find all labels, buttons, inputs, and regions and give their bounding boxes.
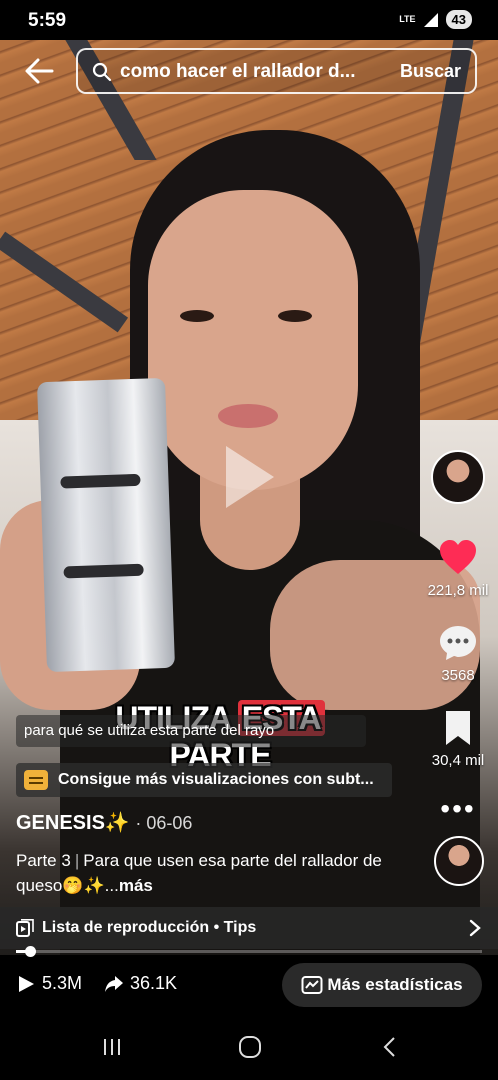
sound-avatar[interactable] — [434, 836, 484, 886]
more-link[interactable]: más — [119, 876, 153, 895]
analytics-icon — [301, 976, 323, 994]
post-date: · 06-06 — [135, 813, 193, 833]
play-count-value: 5.3M — [42, 973, 83, 993]
chevron-right-icon — [469, 919, 481, 937]
search-input[interactable]: como hacer el rallador d... — [120, 61, 370, 83]
signal-icon — [423, 12, 438, 27]
divider: | — [74, 851, 80, 870]
playlist-bar[interactable]: Lista de reproducción • Tips — [0, 907, 498, 949]
part-label: Parte 3 — [16, 851, 71, 870]
status-time: 5:59 — [28, 10, 67, 31]
cheese-grater — [36, 377, 176, 673]
like-count: 221,8 mil — [427, 582, 489, 599]
system-nav-bar — [0, 1015, 498, 1080]
video-progress-bar[interactable] — [16, 946, 482, 957]
play-icon[interactable] — [222, 442, 278, 512]
person-eye — [278, 310, 312, 322]
comment-count: 3568 — [441, 667, 475, 684]
recent-apps-icon[interactable] — [100, 1035, 124, 1059]
comment-button[interactable]: 3568 — [418, 623, 498, 684]
share-icon — [105, 975, 123, 992]
playlist-icon — [16, 919, 34, 937]
comment-icon — [440, 626, 476, 660]
author-name[interactable]: GENESIS✨ — [16, 812, 130, 834]
grater-slot — [60, 473, 141, 489]
video-description[interactable]: Parte 3 | Para que usen esa parte del rall… — [16, 848, 416, 898]
creator-avatar[interactable] — [431, 450, 485, 504]
subtitles-promo-text: Consigue más visualizaciones con subt... — [58, 771, 374, 788]
subtitles-promo-banner[interactable]: Consigue más visualizaciones con subt... — [16, 763, 392, 797]
battery-badge: 43 — [445, 10, 472, 29]
action-rail: 221,8 mil 3568 30,4 mil ••• — [418, 450, 498, 823]
playlist-label: Lista de reproducción • Tips — [42, 919, 257, 936]
more-stats-label: Más estadísticas — [327, 975, 463, 994]
save-button[interactable]: 30,4 mil — [418, 708, 498, 769]
status-icons: LTE 43 — [399, 10, 472, 29]
heart-icon — [440, 540, 476, 574]
back-arrow-icon[interactable] — [22, 54, 56, 88]
share-count-value: 36.1K — [130, 973, 178, 993]
play-count-icon — [19, 975, 34, 992]
search-bar[interactable]: como hacer el rallador d... Buscar — [76, 48, 477, 94]
grater-slot — [63, 563, 144, 579]
progress-knob[interactable] — [25, 946, 36, 957]
captions-icon — [24, 770, 48, 790]
share-count: 36.1K — [104, 973, 177, 994]
status-bar: 5:59 LTE 43 — [0, 0, 498, 40]
network-indicator: LTE — [399, 14, 416, 24]
search-button[interactable]: Buscar — [400, 61, 461, 82]
person-lips — [218, 404, 278, 428]
home-icon[interactable] — [238, 1035, 262, 1059]
bookmark-icon — [446, 711, 470, 745]
stats-bar: 5.3M 36.1K Más estadísticas — [0, 955, 498, 1015]
like-button[interactable]: 221,8 mil — [418, 538, 498, 599]
auto-subtitle: para qué se utiliza esta parte del rayo — [16, 715, 366, 747]
play-count: 5.3M — [16, 973, 82, 994]
author-row: GENESIS✨ · 06-06 — [16, 810, 192, 835]
search-icon — [92, 62, 112, 82]
more-options-icon[interactable]: ••• — [418, 795, 498, 823]
save-count: 30,4 mil — [431, 752, 485, 769]
more-stats-button[interactable]: Más estadísticas — [282, 963, 482, 1007]
back-nav-icon[interactable] — [378, 1035, 402, 1059]
person-eye — [180, 310, 214, 322]
